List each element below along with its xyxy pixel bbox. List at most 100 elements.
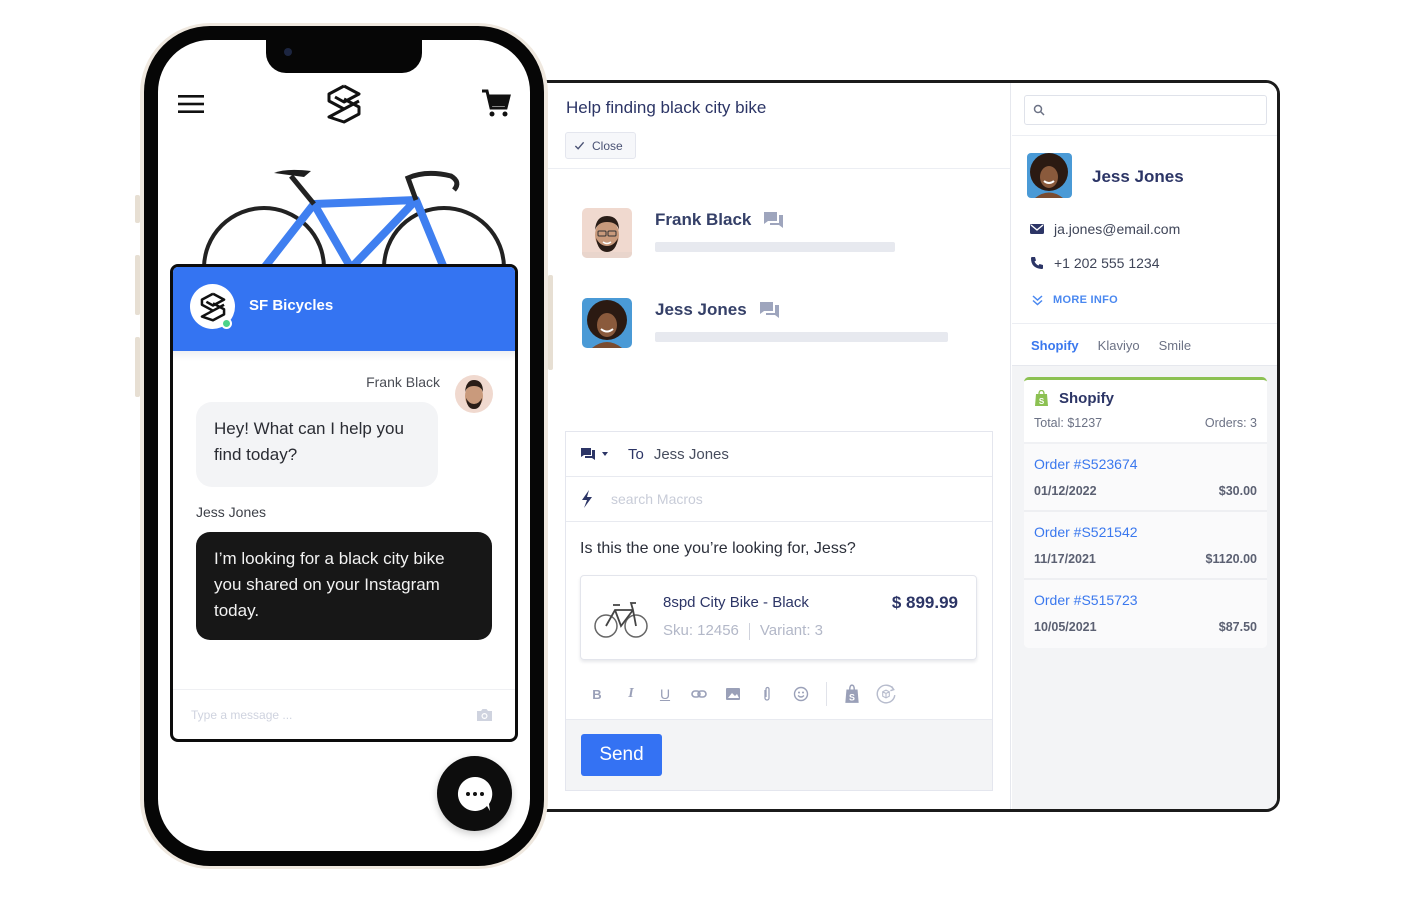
shopify-button[interactable]: S bbox=[835, 684, 869, 704]
customer-name: Jess Jones bbox=[1092, 167, 1184, 186]
phone-side-button bbox=[135, 337, 140, 397]
close-ticket-button[interactable]: Close bbox=[565, 132, 636, 159]
recipient-row: To Jess Jones bbox=[566, 432, 992, 477]
participant-frank-black[interactable]: Frank Black bbox=[582, 208, 895, 258]
ticket-title: Help finding black city bike bbox=[566, 98, 767, 117]
channel-selector[interactable] bbox=[581, 447, 608, 461]
order-id[interactable]: Order #S521542 bbox=[1034, 524, 1257, 540]
order-id[interactable]: Order #S523674 bbox=[1034, 456, 1257, 472]
participant-jess-jones[interactable]: Jess Jones bbox=[582, 298, 948, 348]
macros-search-input[interactable]: search Macros bbox=[611, 491, 703, 507]
chat-channel-icon bbox=[581, 448, 595, 460]
agent-avatar bbox=[455, 375, 493, 413]
integration-tabs: Shopify Klaviyo Smile bbox=[1031, 338, 1191, 353]
city-bike-image bbox=[594, 602, 648, 638]
toolbar-divider bbox=[826, 682, 827, 706]
chat-header: SF Bicycles bbox=[173, 267, 515, 351]
message-preview-placeholder bbox=[655, 242, 895, 252]
chat-input-placeholder: Type a message ... bbox=[191, 708, 293, 722]
phone-icon bbox=[1031, 257, 1043, 269]
chat-launcher-button[interactable] bbox=[437, 756, 512, 831]
participant-name: Jess Jones bbox=[655, 300, 747, 319]
camera-icon[interactable] bbox=[476, 707, 493, 722]
order-item[interactable]: Order #S523674 01/12/2022 $30.00 bbox=[1024, 444, 1267, 512]
lightning-icon bbox=[582, 490, 592, 508]
avatar-jess-jones bbox=[582, 298, 632, 348]
svg-text:S: S bbox=[1039, 397, 1045, 406]
phone-side-button bbox=[135, 195, 140, 223]
order-date: 01/12/2022 bbox=[1034, 484, 1097, 498]
shopping-cart-icon[interactable] bbox=[480, 87, 512, 119]
send-bar: Send bbox=[566, 719, 992, 790]
avatar-frank-black bbox=[582, 208, 632, 258]
svg-text:S: S bbox=[849, 693, 855, 703]
reply-composer: To Jess Jones search Macros Is this the … bbox=[565, 431, 993, 791]
send-button[interactable]: Send bbox=[581, 734, 662, 776]
product-return-button[interactable] bbox=[869, 683, 903, 705]
envelope-icon bbox=[1030, 224, 1044, 234]
attachment-button[interactable] bbox=[750, 686, 784, 702]
phone-side-button bbox=[135, 255, 140, 315]
more-info-label: MORE INFO bbox=[1053, 294, 1119, 306]
tab-shopify[interactable]: Shopify bbox=[1031, 338, 1079, 353]
image-button[interactable] bbox=[716, 686, 750, 702]
underline-button[interactable]: U bbox=[648, 686, 682, 702]
product-variant: Variant: 3 bbox=[759, 622, 823, 639]
check-icon bbox=[574, 141, 585, 150]
sf-bicycles-logo-icon bbox=[200, 292, 225, 322]
customer-email[interactable]: ja.jones@email.com bbox=[1054, 221, 1180, 237]
divider bbox=[540, 168, 1010, 169]
to-label: To bbox=[628, 445, 644, 463]
chat-widget: SF Bicycles Frank Black Hey! What can I … bbox=[170, 264, 518, 742]
product-card[interactable]: 8spd City Bike - Black $ 899.99 Sku: 124… bbox=[580, 575, 977, 660]
chat-bubble-icon bbox=[457, 776, 492, 811]
chat-message-input[interactable]: Type a message ... bbox=[173, 689, 515, 739]
order-amount: $1120.00 bbox=[1205, 552, 1257, 566]
image-icon bbox=[726, 688, 740, 700]
shopify-orders-count: Orders: 3 bbox=[1204, 416, 1257, 430]
chat-icon bbox=[759, 301, 779, 318]
order-amount: $30.00 bbox=[1218, 484, 1257, 498]
paperclip-icon bbox=[764, 686, 770, 701]
emoji-button[interactable] bbox=[784, 686, 818, 702]
sf-bicycles-logo-icon[interactable] bbox=[325, 84, 363, 124]
phone-notch bbox=[266, 40, 422, 73]
customer-phone[interactable]: +1 202 555 1234 bbox=[1054, 255, 1160, 271]
message-text[interactable]: Is this the one you’re looking for, Jess… bbox=[566, 522, 992, 558]
tab-klaviyo[interactable]: Klaviyo bbox=[1098, 338, 1140, 353]
participant-name: Frank Black bbox=[655, 210, 752, 229]
customer-sidebar: Jess Jones ja.jones@email.com +1 202 555… bbox=[1012, 83, 1277, 809]
shopify-total: Total: $1237 bbox=[1034, 416, 1103, 430]
hamburger-menu-icon[interactable] bbox=[178, 94, 204, 114]
phone-side-button bbox=[548, 275, 553, 370]
more-info-toggle[interactable]: MORE INFO bbox=[1032, 294, 1118, 306]
sidebar-search-input[interactable] bbox=[1024, 95, 1267, 125]
phone-screen: SF Bicycles Frank Black Hey! What can I … bbox=[158, 40, 530, 851]
italic-button[interactable]: I bbox=[614, 686, 648, 702]
bold-button[interactable]: B bbox=[580, 687, 614, 702]
ticket-panel: Help finding black city bike Close Frank… bbox=[540, 83, 1011, 809]
recipient-name[interactable]: Jess Jones bbox=[654, 446, 729, 463]
caret-down-icon bbox=[602, 452, 608, 456]
chat-brand-name: SF Bicycles bbox=[249, 297, 334, 314]
product-title: 8spd City Bike - Black bbox=[663, 594, 809, 611]
customer-sender-name: Jess Jones bbox=[196, 504, 267, 520]
helpdesk-window: Help finding black city bike Close Frank… bbox=[540, 80, 1280, 812]
order-date: 11/17/2021 bbox=[1034, 552, 1096, 566]
box-return-icon bbox=[876, 684, 896, 704]
link-icon bbox=[691, 690, 707, 698]
shopify-logo-icon: S bbox=[1035, 390, 1048, 406]
double-chevron-down-icon bbox=[1032, 294, 1043, 306]
agent-name: Frank Black bbox=[366, 374, 440, 390]
customer-phone-row: +1 202 555 1234 bbox=[1030, 255, 1160, 271]
order-item[interactable]: Order #S515723 10/05/2021 $87.50 bbox=[1024, 580, 1267, 648]
link-button[interactable] bbox=[682, 686, 716, 702]
online-status-dot bbox=[221, 318, 232, 329]
order-id[interactable]: Order #S515723 bbox=[1034, 592, 1257, 608]
macros-row: search Macros bbox=[566, 477, 992, 522]
shopify-bag-icon: S bbox=[845, 684, 859, 703]
tab-smile[interactable]: Smile bbox=[1159, 338, 1192, 353]
formatting-toolbar: B I U S bbox=[580, 681, 903, 707]
order-item[interactable]: Order #S521542 11/17/2021 $1120.00 bbox=[1024, 512, 1267, 580]
emoji-icon bbox=[793, 686, 809, 702]
